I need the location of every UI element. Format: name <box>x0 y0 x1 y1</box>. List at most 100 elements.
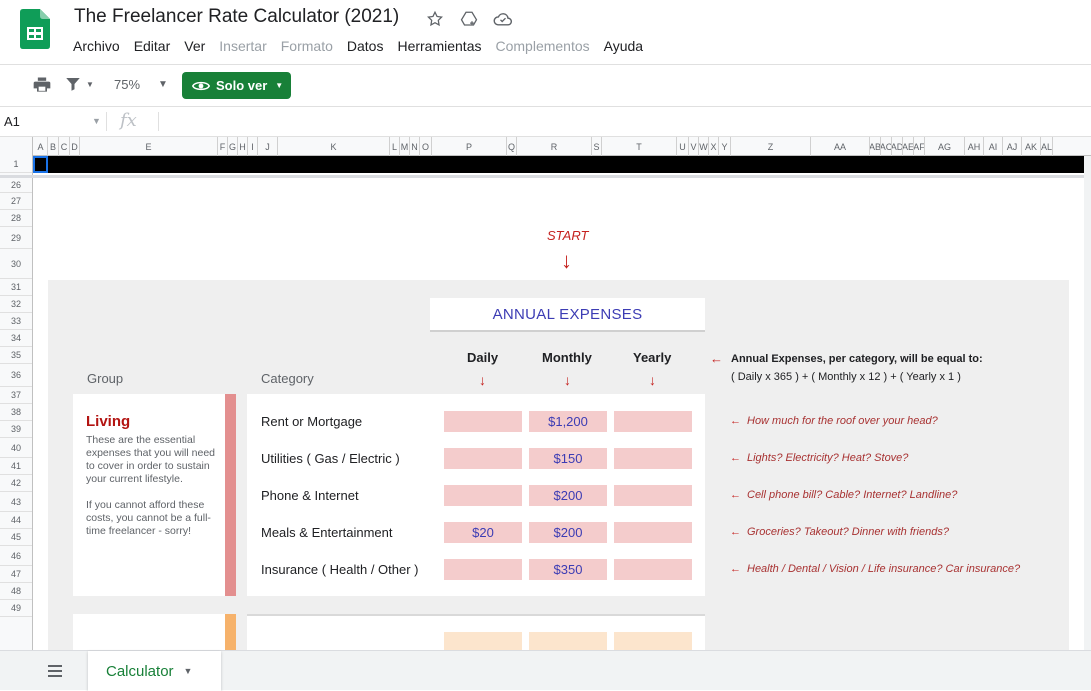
monthly-cell[interactable]: $200 <box>529 522 607 543</box>
selected-cell[interactable] <box>33 156 48 173</box>
column-header-ad[interactable]: AD <box>892 137 903 156</box>
row-header-29[interactable]: 29 <box>0 227 32 249</box>
column-header-n[interactable]: N <box>410 137 420 156</box>
view-mode-button[interactable]: Solo ver ▼ <box>182 72 291 99</box>
column-header-j[interactable]: J <box>258 137 278 156</box>
yearly-cell[interactable] <box>614 632 692 650</box>
monthly-cell[interactable]: $200 <box>529 485 607 506</box>
zoom-caret-icon[interactable]: ▼ <box>158 79 168 90</box>
column-header-g[interactable]: G <box>228 137 238 156</box>
row-header-46[interactable]: 46 <box>0 546 32 566</box>
row-header-42[interactable]: 42 <box>0 475 32 492</box>
row-header-43[interactable]: 43 <box>0 492 32 512</box>
row-header-26[interactable]: 26 <box>0 178 32 193</box>
row-header-35[interactable]: 35 <box>0 347 32 364</box>
yearly-cell[interactable] <box>614 411 692 432</box>
column-header-aa[interactable]: AA <box>811 137 870 156</box>
menu-ver[interactable]: Ver <box>177 36 212 56</box>
column-header-ah[interactable]: AH <box>965 137 984 156</box>
row-header-45[interactable]: 45 <box>0 529 32 546</box>
row-header-47[interactable]: 47 <box>0 566 32 583</box>
star-icon[interactable] <box>424 8 446 30</box>
vertical-scrollbar[interactable] <box>1084 156 1091 650</box>
column-header-e[interactable]: E <box>80 137 218 156</box>
daily-cell[interactable] <box>444 448 522 469</box>
sheet-tab-calculator[interactable]: Calculator ▼ <box>88 651 221 691</box>
menu-datos[interactable]: Datos <box>340 36 391 56</box>
menu-herramientas[interactable]: Herramientas <box>390 36 488 56</box>
column-header-a[interactable]: A <box>34 137 48 156</box>
menu-complementos[interactable]: Complementos <box>488 36 596 56</box>
menu-archivo[interactable]: Archivo <box>66 36 127 56</box>
row-header-41[interactable]: 41 <box>0 458 32 475</box>
all-sheets-icon[interactable] <box>46 663 64 684</box>
column-header-t[interactable]: T <box>602 137 677 156</box>
column-header-ak[interactable]: AK <box>1022 137 1041 156</box>
daily-cell[interactable]: $20 <box>444 522 522 543</box>
column-header-r[interactable]: R <box>517 137 592 156</box>
column-header-v[interactable]: V <box>689 137 699 156</box>
column-header-i[interactable]: I <box>248 137 258 156</box>
row-header-44[interactable]: 44 <box>0 512 32 529</box>
row-header-38[interactable]: 38 <box>0 404 32 421</box>
yearly-cell[interactable] <box>614 485 692 506</box>
column-header-z[interactable]: Z <box>731 137 811 156</box>
row-header-39[interactable]: 39 <box>0 421 32 438</box>
filter-button[interactable]: ▼ <box>64 75 94 93</box>
row-header-30[interactable]: 30 <box>0 249 32 279</box>
column-header-aj[interactable]: AJ <box>1003 137 1022 156</box>
move-to-drive-icon[interactable] <box>458 8 480 30</box>
column-header-h[interactable]: H <box>238 137 248 156</box>
daily-cell[interactable] <box>444 632 522 650</box>
row-header-27[interactable]: 27 <box>0 193 32 210</box>
document-title[interactable]: The Freelancer Rate Calculator (2021) <box>74 6 399 28</box>
row-header-32[interactable]: 32 <box>0 296 32 313</box>
column-header-f[interactable]: F <box>218 137 228 156</box>
monthly-cell[interactable]: $1,200 <box>529 411 607 432</box>
column-header-ab[interactable]: AB <box>870 137 881 156</box>
column-header-s[interactable]: S <box>592 137 602 156</box>
column-header-ai[interactable]: AI <box>984 137 1003 156</box>
daily-cell[interactable] <box>444 411 522 432</box>
monthly-cell[interactable]: $350 <box>529 559 607 580</box>
yearly-cell[interactable] <box>614 559 692 580</box>
select-all-corner[interactable] <box>0 137 33 156</box>
column-header-k[interactable]: K <box>278 137 390 156</box>
row-header-28[interactable]: 28 <box>0 210 32 227</box>
menu-formato[interactable]: Formato <box>274 36 340 56</box>
cloud-status-icon[interactable] <box>492 8 514 30</box>
row-header-48[interactable]: 48 <box>0 583 32 600</box>
row-header-37[interactable]: 37 <box>0 387 32 404</box>
column-header-b[interactable]: B <box>48 137 59 156</box>
column-header-c[interactable]: C <box>59 137 70 156</box>
row-header-1[interactable]: 1 <box>0 156 32 173</box>
column-header-ac[interactable]: AC <box>881 137 892 156</box>
row-header-31[interactable]: 31 <box>0 279 32 296</box>
column-header-p[interactable]: P <box>432 137 507 156</box>
column-header-y[interactable]: Y <box>719 137 731 156</box>
column-header-u[interactable]: U <box>677 137 689 156</box>
column-header-af[interactable]: AF <box>914 137 925 156</box>
print-icon[interactable] <box>32 75 52 100</box>
column-header-o[interactable]: O <box>420 137 432 156</box>
column-header-q[interactable]: Q <box>507 137 517 156</box>
yearly-cell[interactable] <box>614 448 692 469</box>
daily-cell[interactable] <box>444 559 522 580</box>
menu-editar[interactable]: Editar <box>127 36 178 56</box>
menu-ayuda[interactable]: Ayuda <box>597 36 650 56</box>
yearly-cell[interactable] <box>614 522 692 543</box>
column-header-l[interactable]: L <box>390 137 400 156</box>
row-header-34[interactable]: 34 <box>0 330 32 347</box>
column-header-x[interactable]: X <box>709 137 719 156</box>
column-header-ag[interactable]: AG <box>925 137 965 156</box>
column-header-al[interactable]: AL <box>1041 137 1053 156</box>
row-header-33[interactable]: 33 <box>0 313 32 330</box>
menu-insertar[interactable]: Insertar <box>212 36 273 56</box>
name-box-caret-icon[interactable]: ▼ <box>92 116 101 126</box>
column-header-d[interactable]: D <box>70 137 80 156</box>
row-header-49[interactable]: 49 <box>0 600 32 617</box>
row-header-36[interactable]: 36 <box>0 364 32 387</box>
row-header-40[interactable]: 40 <box>0 438 32 458</box>
zoom-select[interactable]: 75% <box>114 77 140 92</box>
column-header-w[interactable]: W <box>699 137 709 156</box>
